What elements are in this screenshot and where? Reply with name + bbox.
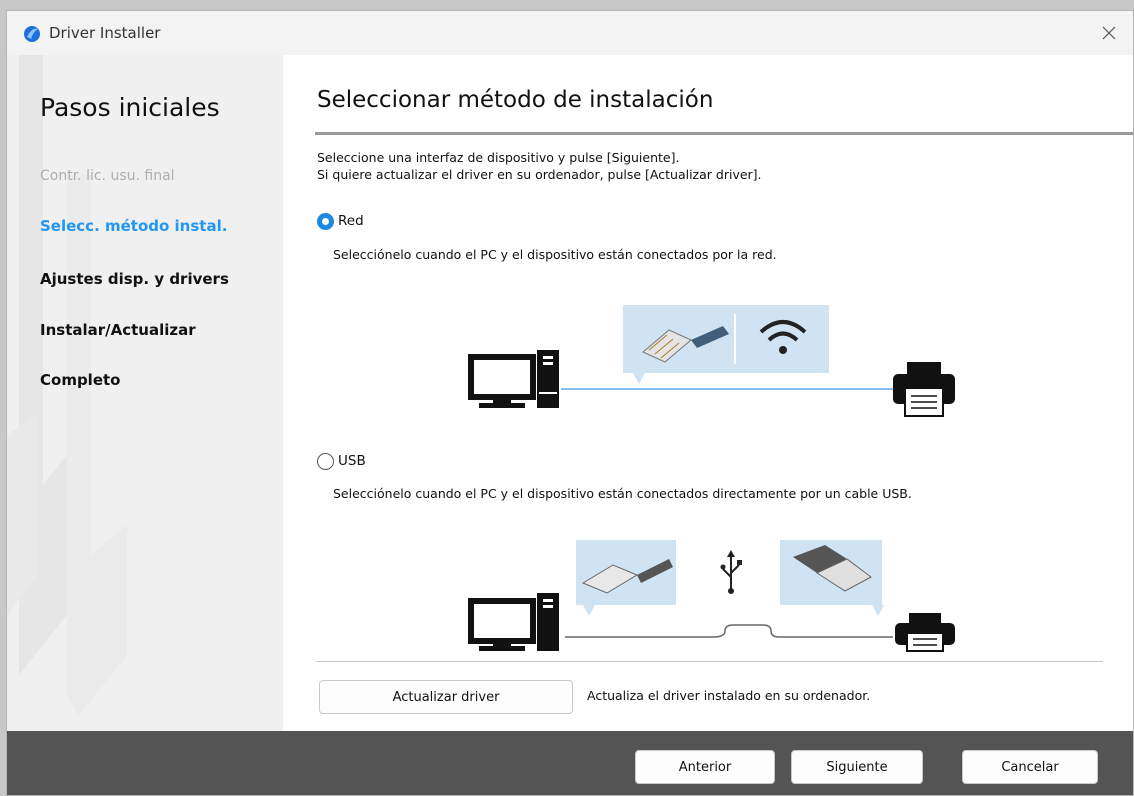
update-driver-description: Actualiza el driver instalado en su orde… xyxy=(587,688,871,703)
network-illustration xyxy=(468,305,955,417)
radio-network[interactable] xyxy=(317,213,334,230)
close-icon[interactable] xyxy=(1097,21,1121,45)
arrow-watermark-icon xyxy=(7,55,127,715)
usb-illustration xyxy=(468,540,955,652)
app-logo-icon xyxy=(24,26,40,42)
step-license: Contr. lic. usu. final xyxy=(40,168,175,184)
back-button[interactable]: Anterior xyxy=(635,750,775,784)
steps-sidebar: Pasos iniciales Contr. lic. usu. final S… xyxy=(7,55,283,731)
instruction-line-2: Si quiere actualizar el driver en su ord… xyxy=(317,167,762,182)
step-device-settings: Ajustes disp. y drivers xyxy=(40,270,229,288)
step-install-update: Instalar/Actualizar xyxy=(40,321,196,339)
update-driver-button[interactable]: Actualizar driver xyxy=(319,680,573,714)
cancel-button[interactable]: Cancelar xyxy=(962,750,1098,784)
footer-bar: Anterior Siguiente Cancelar xyxy=(7,731,1133,795)
main-panel: Seleccionar método de instalación Selecc… xyxy=(283,55,1133,731)
radio-network-label[interactable]: Red xyxy=(338,213,364,229)
usb-description: Selecciónelo cuando el PC y el dispositi… xyxy=(333,486,912,501)
printer-icon xyxy=(895,613,955,652)
network-description: Selecciónelo cuando el PC y el dispositi… xyxy=(333,247,777,262)
sidebar-title: Pasos iniciales xyxy=(40,93,220,122)
title-divider xyxy=(315,132,1133,135)
step-install-method: Selecc. método instal. xyxy=(40,217,228,235)
section-divider xyxy=(317,661,1103,662)
title-bar: Driver Installer xyxy=(7,11,1133,55)
radio-usb[interactable] xyxy=(317,453,334,470)
instruction-line-1: Seleccione una interfaz de dispositivo y… xyxy=(317,150,680,165)
window-title: Driver Installer xyxy=(49,24,161,42)
page-title: Seleccionar método de instalación xyxy=(317,87,714,113)
computer-icon xyxy=(468,350,559,408)
computer-icon xyxy=(468,593,559,651)
usb-symbol-icon xyxy=(720,550,742,594)
printer-icon xyxy=(893,362,955,417)
radio-usb-label[interactable]: USB xyxy=(338,453,366,469)
installer-window: Driver Installer Pasos iniciales Contr. … xyxy=(6,10,1134,796)
next-button[interactable]: Siguiente xyxy=(791,750,923,784)
step-complete: Completo xyxy=(40,371,121,389)
